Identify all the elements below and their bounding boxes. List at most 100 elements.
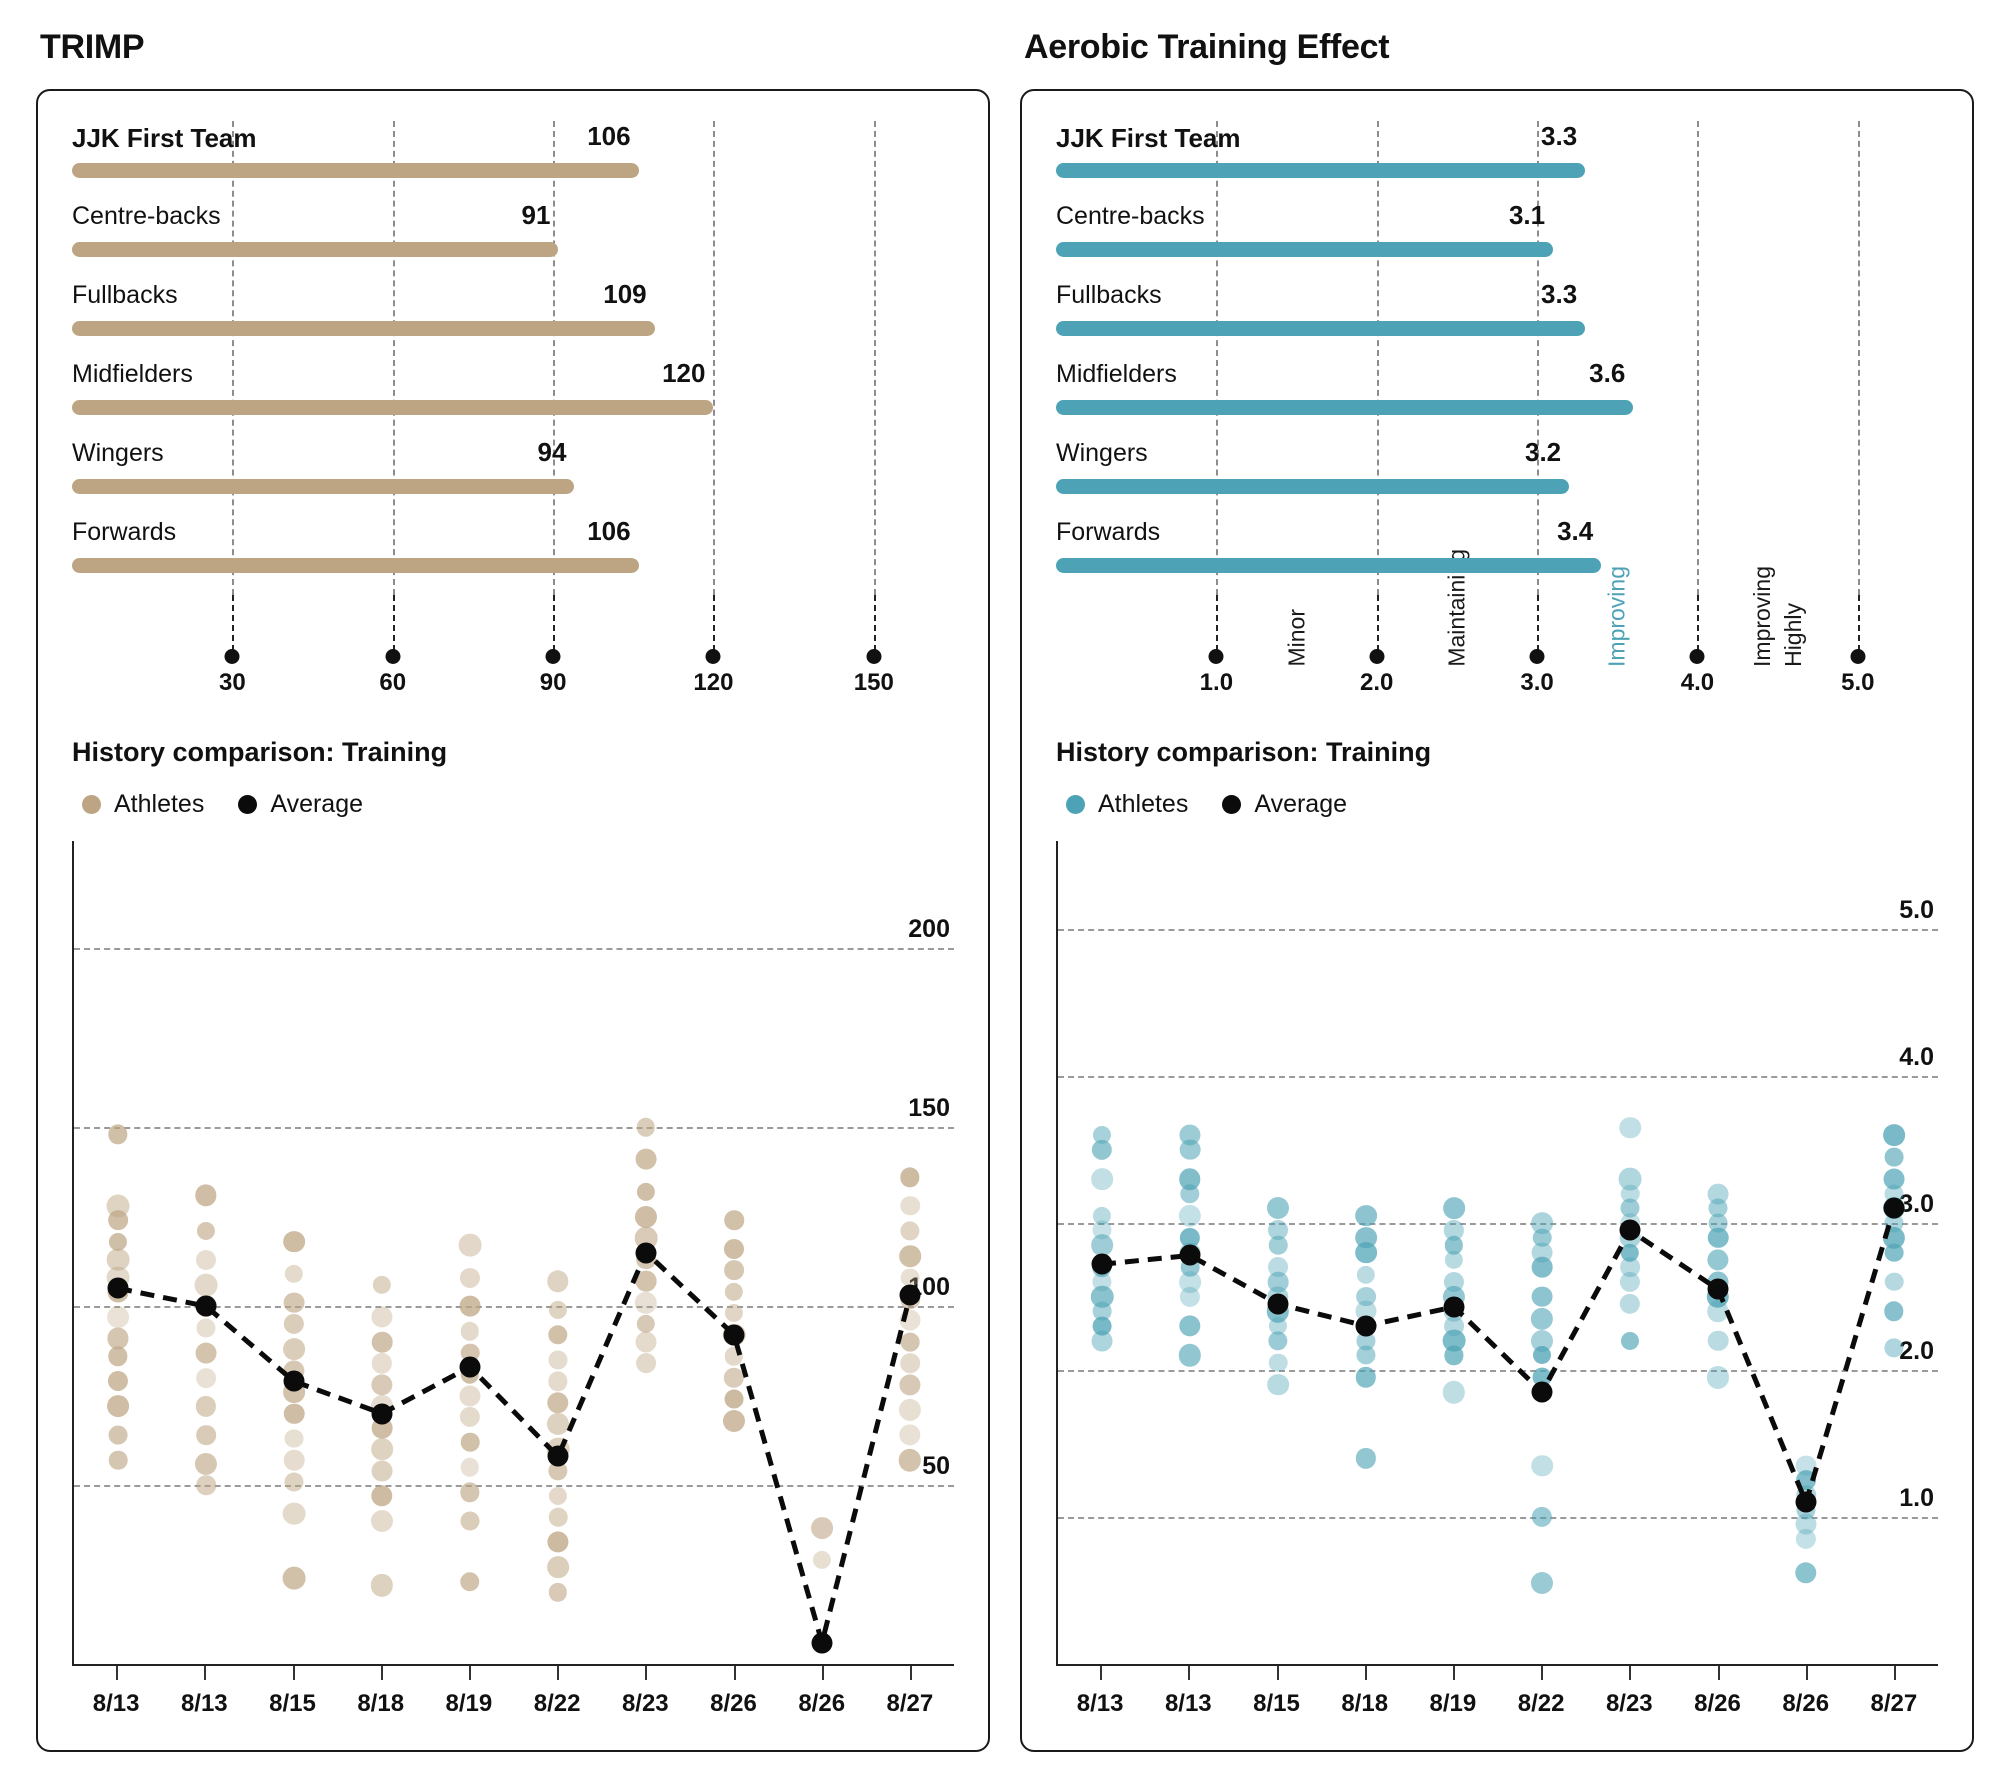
xaxis-tick-6 [645, 1666, 647, 1680]
history-title: History comparison: Training [1056, 737, 1938, 768]
bullet-bar [1056, 242, 1553, 257]
bullet-row-value: 3.2 [1525, 437, 1561, 468]
xaxis-label: 8/13 [181, 1690, 228, 1718]
bullet-chart: JJK First Team 3.3 Centre-backs 3.1 Fullback… [1022, 91, 1972, 595]
xaxis-tick-7 [1718, 1666, 1720, 1680]
bullet-row-value: 3.4 [1557, 516, 1593, 547]
bullet-row-label: Midfielders [1056, 360, 1177, 389]
history-comparison: History comparison: Training Athletes Aver… [1022, 729, 1972, 1750]
legend-label: Athletes [114, 790, 204, 819]
bullet-row-value: 120 [662, 358, 705, 389]
legend: Athletes Average [82, 790, 954, 819]
average-dot [812, 1632, 833, 1653]
bullet-row-label: JJK First Team [1056, 123, 1240, 154]
bullet-row-value: 106 [587, 516, 630, 547]
average-dot [636, 1242, 657, 1263]
axis-ticklabel: 30 [219, 669, 246, 697]
zone-label-line: Improving [1749, 566, 1776, 667]
axis-tickdot-3 [1690, 649, 1705, 664]
zone-label: Improving [1604, 566, 1631, 667]
xaxis-tick-8 [1806, 1666, 1808, 1680]
bullet-row-label: Centre-backs [72, 202, 221, 231]
bullet-bar [1056, 163, 1585, 178]
bullet-plot: JJK First Team 106 Centre-backs 91 Fullbacks… [72, 121, 954, 595]
average-dot [284, 1371, 305, 1392]
axis-tickdot-2 [546, 649, 561, 664]
bullet-row: Centre-backs 3.1 [1056, 200, 1938, 279]
legend-item: Average [1222, 790, 1347, 819]
bullet-row: Wingers 94 [72, 437, 954, 516]
xaxis-label: 8/19 [1430, 1690, 1477, 1718]
average-dot [196, 1296, 217, 1317]
axis-tickdot-3 [706, 649, 721, 664]
average-dot [1532, 1382, 1553, 1403]
xaxis-label: 8/27 [1871, 1690, 1918, 1718]
axis-ticklabel: 2.0 [1360, 669, 1393, 697]
bullet-bar [72, 400, 713, 415]
bullet-row: JJK First Team 3.3 [1056, 121, 1938, 200]
average-dot [1708, 1279, 1729, 1300]
bullet-row-label: Wingers [1056, 439, 1148, 468]
bullet-row-value: 109 [603, 279, 646, 310]
xaxis-tick-8 [822, 1666, 824, 1680]
xaxis-tick-3 [381, 1666, 383, 1680]
page-title: Aerobic Training Effect [1024, 28, 1974, 67]
scatter-plot: 5.0 4.0 3.0 2.0 1.0 [1056, 841, 1938, 1666]
history-comparison: History comparison: Training Athletes Aver… [38, 729, 988, 1750]
zone-label: Minor [1283, 609, 1310, 667]
xaxis-tick-6 [1629, 1666, 1631, 1680]
axis-tickline-2 [553, 595, 555, 651]
card-aerobic-training-effect: JJK First Team 3.3 Centre-backs 3.1 Fullback… [1020, 89, 1974, 1752]
xaxis-label: 8/27 [887, 1690, 934, 1718]
axis-ticklabel: 4.0 [1681, 669, 1714, 697]
axis-ticklabel: 90 [540, 669, 567, 697]
xaxis-tick-9 [910, 1666, 912, 1680]
legend-dot-icon [1222, 795, 1241, 814]
bullet-plot: JJK First Team 3.3 Centre-backs 3.1 Fullback… [1056, 121, 1938, 595]
xaxis-label: 8/22 [534, 1690, 581, 1718]
average-dot [1268, 1293, 1289, 1314]
axis-tickline-2 [1537, 595, 1539, 651]
xaxis-tick-5 [557, 1666, 559, 1680]
axis-tickdot-2 [1530, 649, 1545, 664]
bullet-bar [72, 321, 655, 336]
average-dot [1620, 1220, 1641, 1241]
bullet-row-label: Forwards [72, 518, 176, 547]
axis-tickline-3 [1697, 595, 1699, 651]
xaxis-tick-7 [734, 1666, 736, 1680]
bullet-row: JJK First Team 106 [72, 121, 954, 200]
bullet-row-value: 3.3 [1541, 121, 1577, 152]
bullet-row-value: 3.6 [1589, 358, 1625, 389]
panel-trimp: TRIMP JJK First Team 106 Centre-backs 91 Full… [36, 28, 990, 1752]
bullet-bar [72, 558, 639, 573]
axis-tickline-0 [1216, 595, 1218, 651]
xaxis-tick-2 [293, 1666, 295, 1680]
xaxis-tick-4 [1453, 1666, 1455, 1680]
legend-dot-icon [1066, 795, 1085, 814]
xaxis-label: 8/26 [1782, 1690, 1829, 1718]
xaxis-tick-2 [1277, 1666, 1279, 1680]
xaxis-label: 8/26 [798, 1690, 845, 1718]
average-trend-line [74, 841, 954, 1664]
axis-tickdot-1 [385, 649, 400, 664]
average-dot [1356, 1315, 1377, 1336]
bullet-row-label: JJK First Team [72, 123, 256, 154]
xaxis-label: 8/23 [1606, 1690, 1653, 1718]
axis-tickdot-4 [1850, 649, 1865, 664]
bullet-bar [1056, 558, 1601, 573]
axis-tickdot-0 [225, 649, 240, 664]
bullet-row-value: 3.1 [1509, 200, 1545, 231]
xaxis-label: 8/18 [357, 1690, 404, 1718]
axis-ticklabel: 60 [379, 669, 406, 697]
xaxis-tick-1 [204, 1666, 206, 1680]
xaxis-tick-0 [1100, 1666, 1102, 1680]
average-dot [460, 1357, 481, 1378]
history-title: History comparison: Training [72, 737, 954, 768]
bullet-row: Fullbacks 3.3 [1056, 279, 1938, 358]
bullet-bar [1056, 479, 1569, 494]
zone-label-group: Highly Improving [1749, 566, 1807, 667]
average-dot [900, 1285, 921, 1306]
panels-container: TRIMP JJK First Team 106 Centre-backs 91 Full… [0, 0, 2010, 1776]
page-title: TRIMP [40, 28, 990, 67]
legend-label: Average [1254, 790, 1347, 819]
